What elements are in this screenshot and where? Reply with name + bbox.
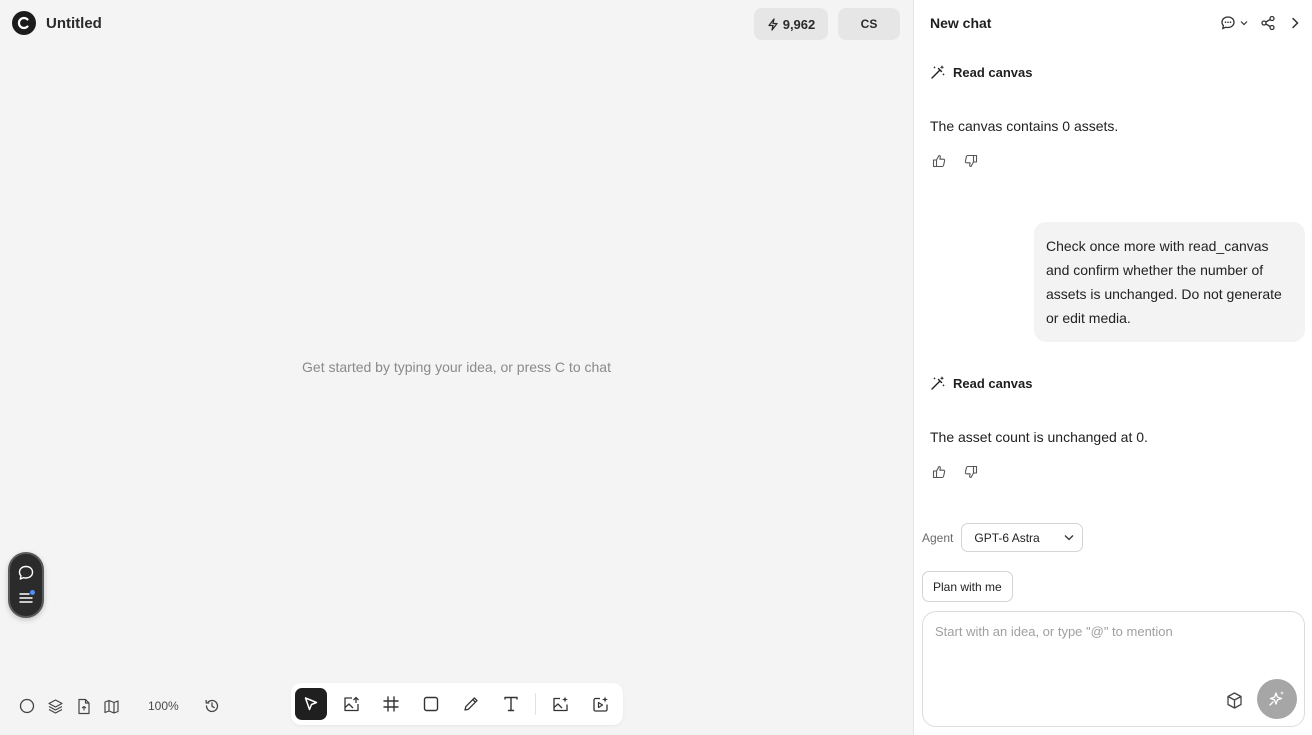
send-sparkle-button[interactable] — [1257, 679, 1297, 719]
thumbs-up-icon[interactable] — [932, 465, 946, 479]
select-tool[interactable] — [295, 688, 327, 720]
generate-image-tool[interactable] — [544, 688, 576, 720]
circle-icon[interactable] — [18, 696, 36, 716]
canvas-toolbar — [291, 683, 623, 725]
layers-list-icon[interactable] — [17, 589, 35, 607]
upload-image-tool[interactable] — [335, 688, 367, 720]
chevron-down-icon — [1240, 21, 1248, 26]
pencil-icon — [464, 697, 478, 711]
agent-model-value: GPT-6 Astra — [974, 530, 1040, 545]
zoom-level[interactable]: 100% — [148, 699, 179, 713]
tool-call-label: Read canvas — [953, 375, 1033, 391]
user-avatar-button[interactable]: CS — [838, 8, 900, 40]
chevron-down-icon — [1064, 535, 1074, 541]
pen-tool[interactable] — [455, 688, 487, 720]
magic-wand-icon — [931, 65, 945, 79]
user-message: Check once more with read_canvas and con… — [1034, 222, 1305, 342]
text-tool[interactable] — [495, 688, 527, 720]
credits-count: 9,962 — [782, 16, 816, 32]
tool-call-label: Read canvas — [953, 64, 1033, 80]
lightning-icon — [767, 17, 779, 31]
magic-wand-icon — [931, 376, 945, 390]
chat-header-actions — [1220, 15, 1302, 31]
chat-input[interactable] — [935, 624, 1285, 639]
image-upload-icon — [343, 696, 359, 711]
chat-panel: New chat Read canvas The canvas contains… — [913, 0, 1312, 735]
video-sparkle-icon — [592, 696, 608, 712]
map-icon[interactable] — [102, 696, 120, 716]
chat-title: New chat — [930, 15, 992, 31]
cursor-icon — [304, 697, 318, 711]
file-icon[interactable] — [74, 696, 92, 716]
assistant-message: The asset count is unchanged at 0. — [930, 429, 1148, 445]
generate-video-tool[interactable] — [584, 688, 616, 720]
chat-header: New chat — [930, 15, 1302, 31]
message-feedback — [932, 465, 978, 479]
app-logo-icon[interactable] — [12, 11, 36, 35]
bottom-left-controls: 100% — [18, 696, 221, 716]
image-sparkle-icon — [552, 696, 568, 711]
thumbs-down-icon[interactable] — [964, 465, 978, 479]
collapse-panel-chevron-right-icon[interactable] — [1288, 16, 1302, 30]
frame-tool[interactable] — [375, 688, 407, 720]
agent-model-select[interactable]: GPT-6 Astra — [961, 523, 1084, 552]
message-feedback — [932, 154, 978, 168]
plan-with-me-button[interactable]: Plan with me — [922, 571, 1013, 602]
sparkle-icon — [1269, 691, 1284, 706]
layers-icon[interactable] — [46, 696, 64, 716]
chat-bubble-icon[interactable] — [17, 564, 35, 582]
text-icon — [504, 696, 518, 712]
rectangle-tool[interactable] — [415, 688, 447, 720]
cube-icon[interactable] — [1223, 689, 1245, 711]
square-icon — [423, 696, 439, 712]
chat-composer — [922, 611, 1305, 727]
tool-call-read-canvas[interactable]: Read canvas — [930, 64, 1033, 80]
agent-selector-row: Agent GPT-6 Astra — [922, 523, 1084, 552]
agent-label: Agent — [922, 530, 954, 545]
toolbar-divider — [535, 693, 536, 715]
chat-bubble-icon — [1221, 16, 1235, 30]
history-icon[interactable] — [203, 696, 221, 716]
tool-call-read-canvas[interactable]: Read canvas — [930, 375, 1033, 391]
assistant-message: The canvas contains 0 assets. — [930, 118, 1119, 134]
document-title[interactable]: Untitled — [46, 15, 102, 32]
side-panel-toggle — [8, 552, 44, 618]
canvas-empty-hint: Get started by typing your idea, or pres… — [302, 359, 611, 375]
thumbs-up-icon[interactable] — [932, 154, 946, 168]
canvas-area[interactable]: Untitled 9,962 CS Get started by typing … — [0, 0, 913, 735]
topbar-left: Untitled — [12, 11, 102, 35]
share-icon[interactable] — [1260, 15, 1276, 31]
hash-frame-icon — [383, 696, 399, 712]
notification-dot — [30, 589, 35, 595]
chat-history-dropdown[interactable] — [1220, 15, 1248, 31]
credits-button[interactable]: 9,962 — [754, 8, 828, 40]
thumbs-down-icon[interactable] — [964, 154, 978, 168]
